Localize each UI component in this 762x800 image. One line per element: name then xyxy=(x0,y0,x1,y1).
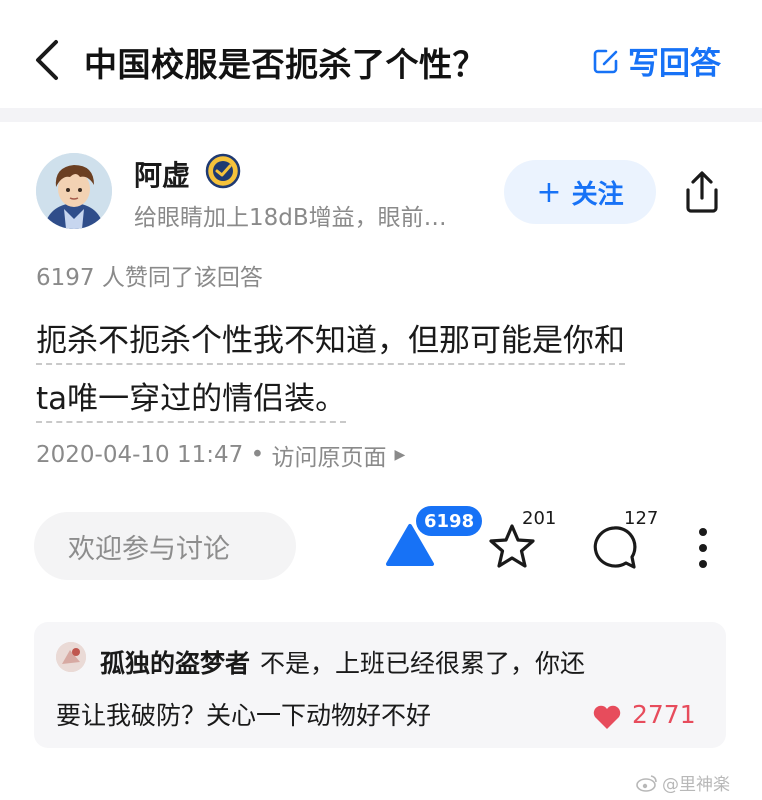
answer-line: ta唯一穿过的情侣装。 xyxy=(36,370,736,428)
author-bio: 给眼睛加上18dB增益，眼前… xyxy=(134,205,447,231)
question-title[interactable]: 中国校服是否扼杀了个性？ xyxy=(84,38,486,86)
commenter-name[interactable]: 孤独的盗梦者 xyxy=(100,649,250,678)
upvote-count: 6198 xyxy=(416,506,483,536)
write-answer-label: 写回答 xyxy=(628,46,721,82)
avatar-illustration xyxy=(36,153,112,229)
weibo-icon xyxy=(636,774,657,792)
answer-content[interactable]: 扼杀不扼杀个性我不知道，但那可能是你和 ta唯一穿过的情侣装。 xyxy=(36,312,736,428)
watermark-text: @里神楽 xyxy=(662,775,730,795)
comment-text: 不是，上班已经很累了，你还 xyxy=(260,649,586,678)
follow-button[interactable]: + 关注 xyxy=(504,160,656,224)
comment-count: 127 xyxy=(624,508,659,529)
top-bar: 中国校服是否扼杀了个性？ 写回答 xyxy=(0,0,762,108)
commenter-avatar-image xyxy=(56,642,86,672)
more-dots-icon[interactable] xyxy=(696,526,710,570)
comment-bubble-icon[interactable] xyxy=(588,522,640,574)
comment-first-line: 孤独的盗梦者 不是，上班已经很累了，你还 xyxy=(100,644,585,680)
comment-input[interactable]: 欢迎参与讨论 xyxy=(34,512,296,580)
comment-like-count: 2771 xyxy=(632,700,696,729)
section-divider xyxy=(0,108,762,122)
star-icon[interactable] xyxy=(486,522,538,572)
caret-right-icon: ▶ xyxy=(394,447,406,463)
author-name[interactable]: 阿虚 xyxy=(134,154,190,194)
share-icon[interactable] xyxy=(680,168,724,216)
write-answer-button[interactable]: 写回答 xyxy=(592,38,721,83)
favorite-count: 201 xyxy=(522,508,557,529)
follow-label: 关注 xyxy=(571,179,624,210)
commenter-avatar[interactable] xyxy=(56,642,86,672)
watermark: @里神楽 xyxy=(636,770,730,795)
comment-text-continued: 要让我破防？关心一下动物好不好 xyxy=(56,701,432,730)
timestamp: 2020-04-10 11:47 xyxy=(36,442,244,468)
answer-likes-count: 6197 人赞同了该回答 xyxy=(36,265,263,291)
back-arrow-icon[interactable] xyxy=(30,38,66,82)
plus-icon: + xyxy=(536,174,562,210)
answer-line: 扼杀不扼杀个性我不知道，但那可能是你和 xyxy=(36,312,736,370)
answer-meta: 2020-04-10 11:47 • 访问原页面 ▶ xyxy=(36,438,405,472)
verified-badge-icon xyxy=(205,153,241,189)
heart-icon[interactable] xyxy=(592,704,622,730)
author-avatar[interactable] xyxy=(36,153,112,229)
featured-comment[interactable]: 孤独的盗梦者 不是，上班已经很累了，你还 要让我破防？关心一下动物好不好 2771 xyxy=(34,622,726,748)
visit-original-link[interactable]: 访问原页面 xyxy=(271,438,386,472)
meta-separator: • xyxy=(243,442,272,468)
pen-icon xyxy=(593,49,618,73)
